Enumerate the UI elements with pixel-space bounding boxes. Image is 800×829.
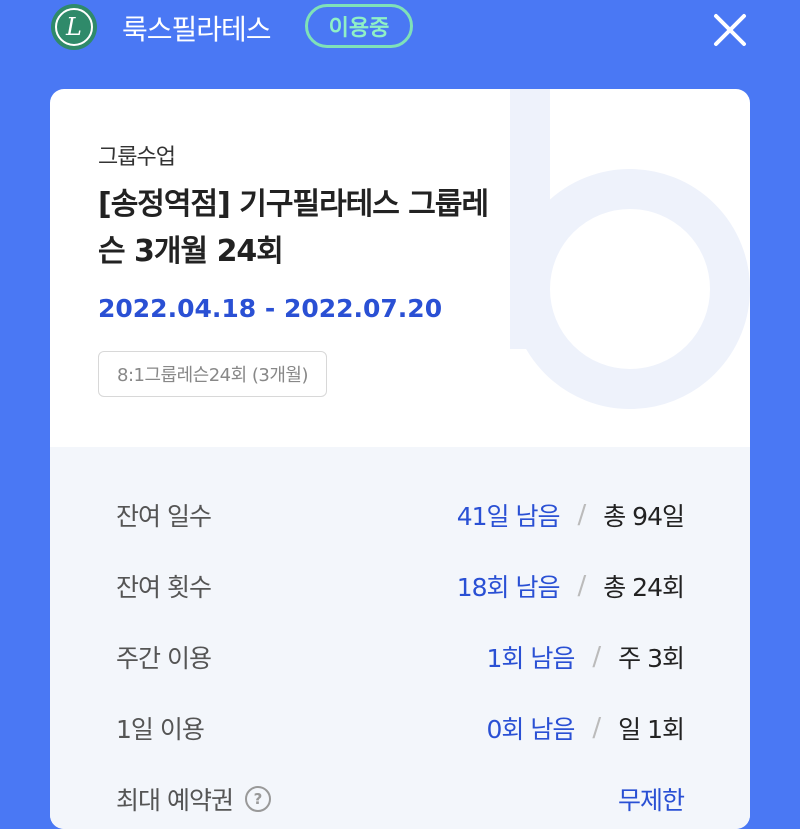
close-button[interactable] <box>710 10 750 50</box>
stat-label: 잔여 횟수 <box>116 573 212 602</box>
help-icon[interactable]: ? <box>244 786 271 812</box>
stat-row-max-reservations: 최대 예약권 ? 무제한 <box>50 769 750 829</box>
stat-total: 주 3회 <box>618 644 685 673</box>
membership-period: 2022.04.18 - 2022.07.20 <box>98 294 443 323</box>
stat-label: 1일 이용 <box>116 715 205 744</box>
title-line-1: [송정역점] 기구필라테스 그룹레 <box>98 187 489 222</box>
stat-label: 주간 이용 <box>116 644 212 673</box>
close-icon <box>714 14 746 46</box>
membership-card: 그룹수업 [송정역점] 기구필라테스 그룹레 슨 3개월 24회 2022.04… <box>50 89 750 829</box>
membership-category: 그룹수업 <box>98 145 176 170</box>
stat-divider: / <box>577 500 586 530</box>
stat-label: 최대 예약권 <box>116 786 234 815</box>
stat-remain: 1회 남음 <box>486 644 576 673</box>
stat-row-weekly-usage: 주간 이용 1회 남음 / 주 3회 <box>50 627 750 687</box>
stat-remain: 18회 남음 <box>456 573 561 602</box>
stat-remain: 41일 남음 <box>456 502 561 531</box>
stat-divider: / <box>592 713 601 743</box>
stat-total: 일 1회 <box>618 715 685 744</box>
logo-letter: L <box>55 8 93 46</box>
usage-stats: 잔여 일수 41일 남음 / 총 94일 잔여 횟수 18회 남음 / 총 24… <box>50 447 750 829</box>
title-line-2: 슨 3개월 24회 <box>98 234 284 269</box>
brand-name: 룩스필라테스 <box>122 13 272 46</box>
stat-row-remaining-days: 잔여 일수 41일 남음 / 총 94일 <box>50 485 750 545</box>
stat-row-remaining-count: 잔여 횟수 18회 남음 / 총 24회 <box>50 556 750 616</box>
status-badge: 이용중 <box>305 4 413 48</box>
stat-remain: 무제한 <box>617 786 685 815</box>
brand-logo: L <box>51 4 97 50</box>
stat-remain: 0회 남음 <box>486 715 576 744</box>
stat-total: 총 24회 <box>603 573 685 602</box>
stat-label: 잔여 일수 <box>116 502 212 531</box>
stat-row-daily-usage: 1일 이용 0회 남음 / 일 1회 <box>50 698 750 758</box>
stat-total: 총 94일 <box>603 502 685 531</box>
stat-divider: / <box>577 571 586 601</box>
membership-title: [송정역점] 기구필라테스 그룹레 슨 3개월 24회 <box>98 181 598 275</box>
stat-divider: / <box>592 642 601 672</box>
membership-tag: 8:1그룹레슨24회 (3개월) <box>98 351 328 397</box>
